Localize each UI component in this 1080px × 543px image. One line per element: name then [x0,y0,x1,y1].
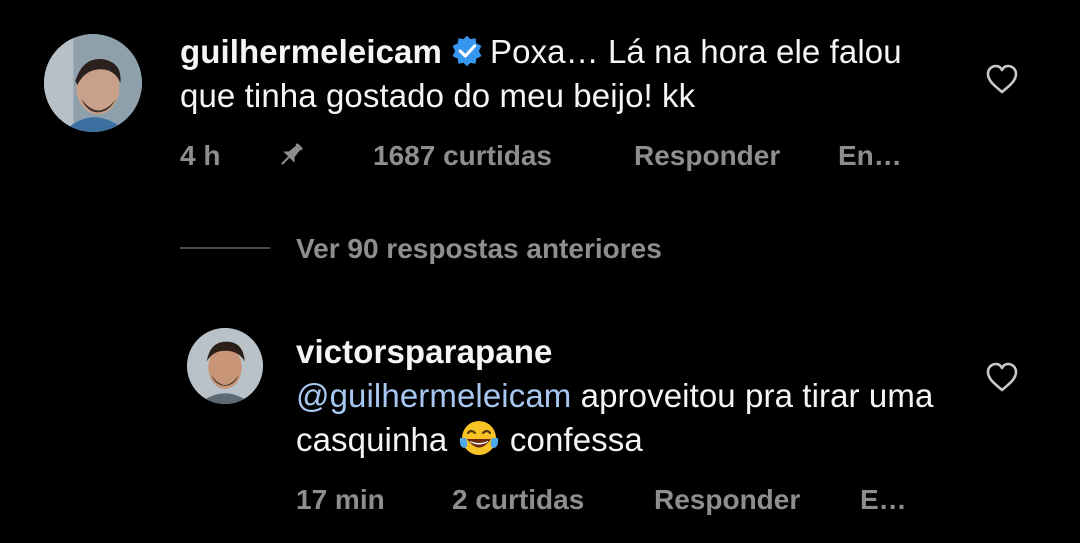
more-button[interactable]: En… [838,140,902,172]
avatar-photo [187,328,263,404]
likes-count[interactable]: 2 curtidas [452,484,584,516]
comment-username[interactable]: guilhermeleicam [180,33,442,70]
comment-time: 4 h [180,140,221,171]
verified-badge-icon [452,35,482,67]
comment-body: victorsparapane @guilhermeleicam aprovei… [296,330,976,462]
avatar-guilhermeleicam[interactable] [44,34,142,132]
reply-button[interactable]: Responder [654,484,800,516]
comment-body: guilhermeleicam Poxa… Lá na hora ele fal… [180,30,940,118]
heart-icon[interactable] [985,361,1019,393]
avatar-photo [44,34,142,132]
likes-count[interactable]: 1687 curtidas [373,140,552,172]
heart-icon[interactable] [985,63,1019,95]
replies-divider [180,247,270,249]
comment-text: confessa [509,421,643,458]
more-button[interactable]: E… [860,484,907,516]
reply-button[interactable]: Responder [634,140,780,172]
tears-of-joy-emoji-icon [459,421,498,455]
pin-icon [281,143,303,165]
mention-link[interactable]: @guilhermeleicam [296,377,571,414]
avatar-victorsparapane[interactable] [187,328,263,404]
view-previous-replies-button[interactable]: Ver 90 respostas anteriores [296,233,662,265]
comment-time: 17 min [296,484,385,515]
comment-username[interactable]: victorsparapane [296,333,552,370]
